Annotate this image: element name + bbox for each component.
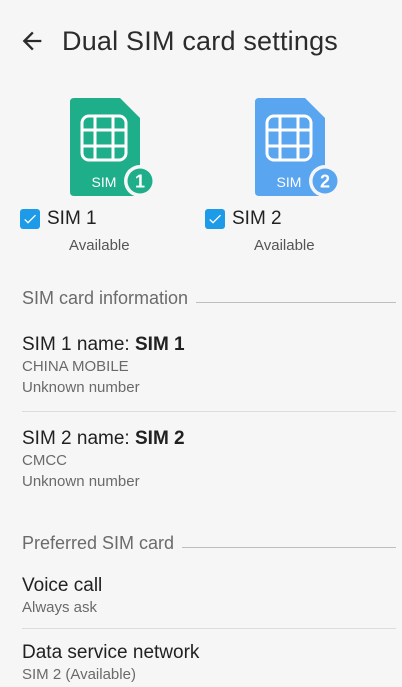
list-divider bbox=[22, 411, 396, 412]
section-divider bbox=[196, 301, 396, 303]
sim-2-block: SIM 2 SIM 2 Available bbox=[205, 96, 375, 261]
sim-1-block: SIM 1 SIM 1 Available bbox=[20, 96, 190, 261]
item-value: Always ask bbox=[22, 599, 98, 616]
sim-2-name-item[interactable]: SIM 2 name: SIM 2 CMCC Unknown number bbox=[22, 427, 396, 492]
sim-2-number: Unknown number bbox=[22, 473, 140, 490]
sim-2-checkbox[interactable]: SIM 2 bbox=[205, 208, 282, 230]
voice-call-item[interactable]: Voice call Always ask bbox=[22, 574, 396, 618]
sim-2-name-value: SIM 2 bbox=[135, 428, 185, 449]
arrow-left-icon bbox=[22, 31, 42, 51]
item-title: SIM 2 name: SIM 2 bbox=[22, 428, 185, 449]
checkbox-checked-icon bbox=[205, 209, 225, 229]
sim-1-name-item[interactable]: SIM 1 name: SIM 1 CHINA MOBILE Unknown n… bbox=[22, 333, 396, 398]
app-bar: Dual SIM card settings bbox=[0, 0, 402, 82]
sim-card-2-icon: SIM 2 bbox=[255, 98, 341, 197]
sim-1-status: Available bbox=[69, 237, 130, 254]
sim-2-status: Available bbox=[254, 237, 315, 254]
sim-cards-area: SIM 1 SIM 1 Available SIM 2 SIM 2 Availa… bbox=[0, 96, 402, 266]
checkbox-checked-icon bbox=[20, 209, 40, 229]
section-divider bbox=[182, 546, 396, 548]
sim-2-carrier: CMCC bbox=[22, 452, 67, 469]
section-title: Preferred SIM card bbox=[22, 532, 175, 553]
item-title: SIM 1 name: SIM 1 bbox=[22, 334, 185, 355]
sim-card-1-badge: 1 bbox=[135, 172, 145, 192]
item-title: Data service network bbox=[22, 642, 200, 663]
item-value: SIM 2 (Available) bbox=[22, 666, 136, 683]
sim-card-2-badge: 2 bbox=[320, 172, 330, 192]
page-title: Dual SIM card settings bbox=[62, 25, 339, 56]
sim-card-1-icon: SIM 1 bbox=[70, 98, 156, 197]
list-divider bbox=[22, 628, 396, 629]
sim-2-label: SIM 2 bbox=[232, 208, 282, 229]
sim-1-checkbox[interactable]: SIM 1 bbox=[20, 208, 97, 230]
data-service-network-item[interactable]: Data service network SIM 2 (Available) bbox=[22, 641, 396, 685]
section-header-sim-info: SIM card information bbox=[22, 284, 396, 312]
back-button[interactable] bbox=[6, 15, 58, 67]
sim-card-1-label: SIM bbox=[92, 174, 117, 190]
item-title: Voice call bbox=[22, 575, 103, 596]
sim-1-label: SIM 1 bbox=[47, 208, 97, 229]
section-title: SIM card information bbox=[22, 287, 189, 308]
sim-1-carrier: CHINA MOBILE bbox=[22, 358, 129, 375]
sim-1-name-value: SIM 1 bbox=[135, 334, 185, 355]
sim-1-number: Unknown number bbox=[22, 379, 140, 396]
section-header-preferred: Preferred SIM card bbox=[22, 529, 396, 557]
sim-card-2-label: SIM bbox=[277, 174, 302, 190]
